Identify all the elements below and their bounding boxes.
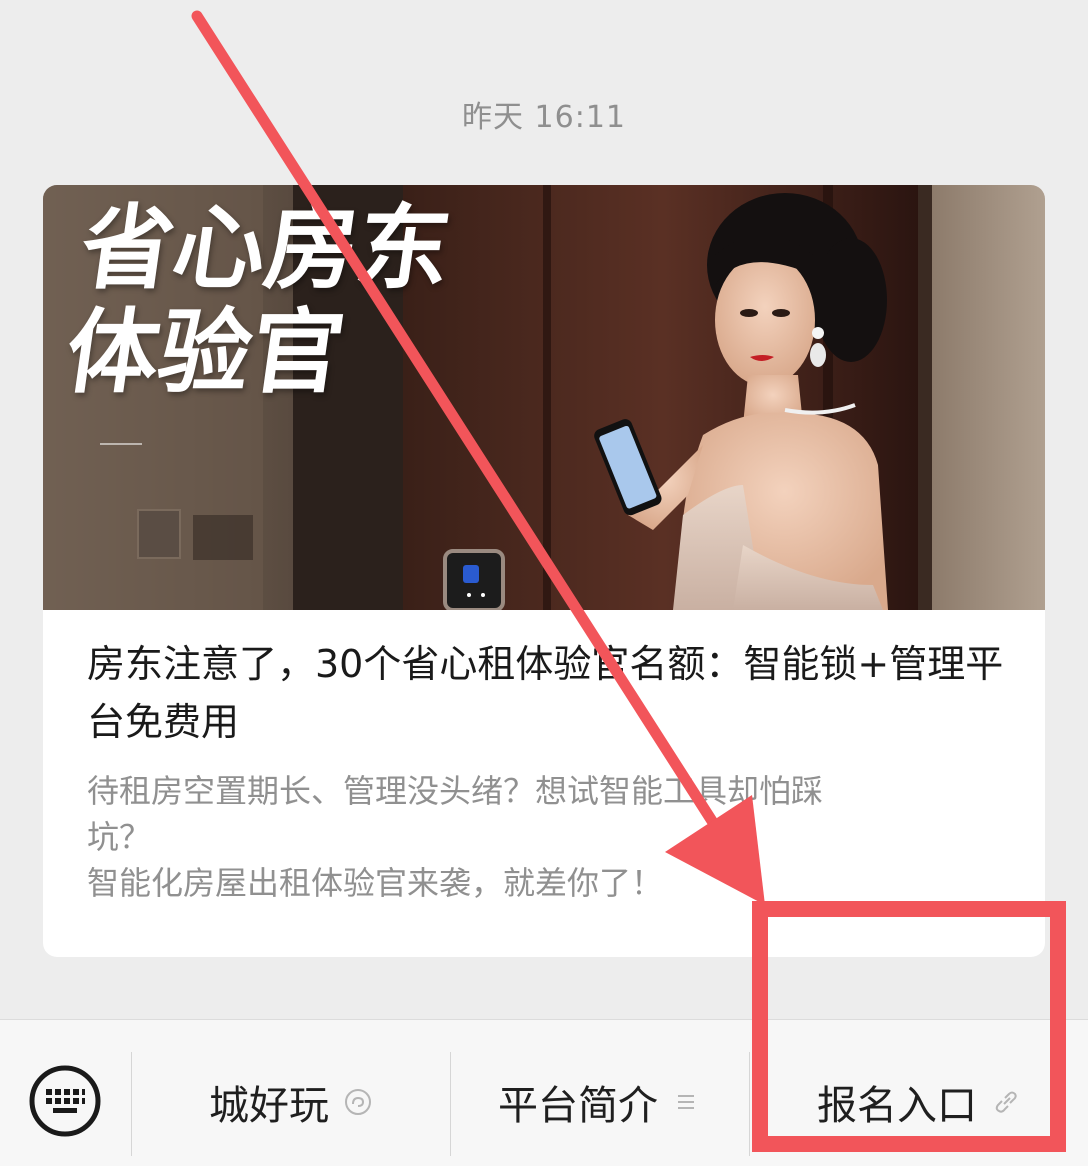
menu-item-platform-intro[interactable]: 平台简介 [451,1050,749,1154]
article-title[interactable]: 房东注意了，30个省心租体验官名额：智能锁+管理平台免费用 [87,635,1017,751]
menu-item-label: 城好玩 [209,1083,329,1129]
chat-timestamp: 昨天 16:11 [462,100,626,135]
keyboard-icon [29,1065,101,1137]
menu-item-label: 报名入口 [817,1083,977,1129]
cover-title-line-2: 体验官 [59,299,351,406]
article-description: 待租房空置期长、管理没头绪？想试智能工具却怕踩 坑？ 智能化房屋出租体验官来袭，… [87,768,987,906]
article-cover-image: 省心房东 体验官 [43,185,1045,610]
link-icon [995,1091,1017,1113]
menu-item-city-fun[interactable]: 城好玩 [132,1050,450,1154]
official-account-menu-bar: 城好玩 平台简介 报名入口 [0,1019,1088,1166]
mini-program-icon [345,1089,371,1115]
article-description-line: 坑？ [87,818,152,856]
cover-title-line-1: 省心房东 [74,195,458,302]
cover-title: 省心房东 体验官 [59,195,458,406]
menu-item-label: 平台简介 [498,1083,658,1129]
menu-item-registration[interactable]: 报名入口 [750,1050,1088,1154]
submenu-icon [678,1095,694,1109]
keyboard-toggle-button[interactable] [28,1064,102,1138]
cover-divider [100,443,142,445]
article-description-line: 智能化房屋出租体验官来袭，就差你了！ [87,864,664,902]
article-description-line: 待租房空置期长、管理没头绪？想试智能工具却怕踩 [87,772,824,810]
article-card[interactable]: 省心房东 体验官 房东注意了，30个省心租体验官名额：智能锁+管理平台免费用 待… [43,185,1045,957]
